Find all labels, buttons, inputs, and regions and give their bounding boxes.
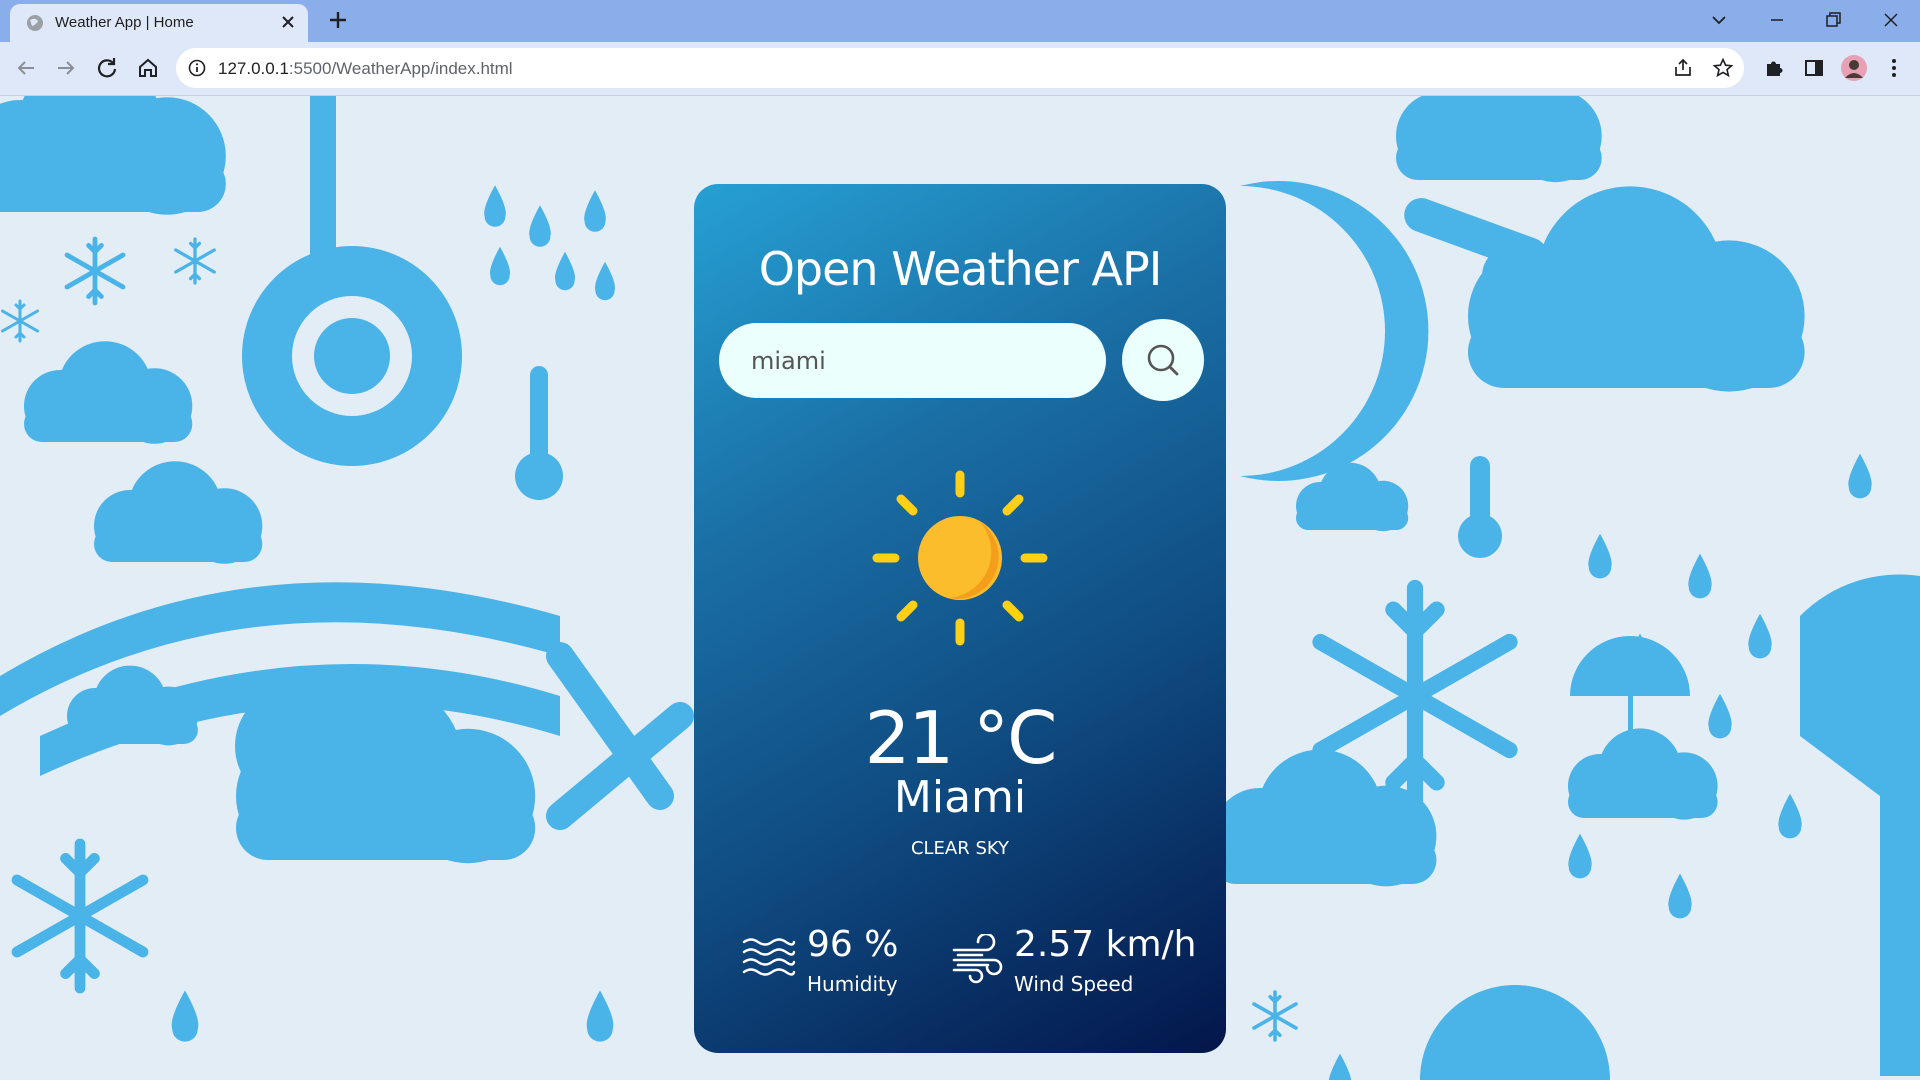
extensions-icon[interactable]: [1760, 54, 1788, 82]
wind-speed-label: Wind Speed: [1014, 972, 1134, 996]
search-button[interactable]: [1122, 319, 1204, 401]
sun-icon: [872, 470, 1048, 646]
browser-toolbar: 127.0.0.1:5500/WeatherApp/index.html: [0, 42, 1920, 96]
address-bar[interactable]: 127.0.0.1:5500/WeatherApp/index.html: [176, 48, 1744, 88]
globe-icon: [27, 15, 43, 31]
restore-icon[interactable]: [1818, 6, 1848, 34]
humidity-value: 96 %: [807, 924, 899, 965]
new-tab-icon[interactable]: [326, 8, 350, 32]
bookmark-star-icon[interactable]: [1712, 57, 1734, 79]
page-viewport: Open Weather API miami 21 °C Miami CLEAR…: [0, 96, 1920, 1080]
tab-search-icon[interactable]: [1704, 6, 1734, 34]
weather-card: Open Weather API miami 21 °C Miami CLEAR…: [694, 184, 1226, 1053]
wind-icon: [952, 934, 1003, 984]
weather-description: CLEAR SKY: [910, 838, 1010, 859]
wind-speed-value: 2.57 km/h: [1014, 924, 1197, 965]
home-icon[interactable]: [134, 54, 162, 82]
close-tab-icon[interactable]: [278, 12, 298, 32]
reload-icon[interactable]: [93, 54, 121, 82]
minimize-icon[interactable]: [1762, 6, 1792, 34]
profile-avatar[interactable]: [1840, 54, 1868, 82]
temperature: 21 °C: [864, 696, 1058, 780]
back-icon[interactable]: [12, 54, 40, 82]
search-icon: [1147, 344, 1179, 376]
menu-kebab-icon[interactable]: [1880, 54, 1908, 82]
forward-icon[interactable]: [52, 54, 80, 82]
side-panel-icon[interactable]: [1800, 54, 1828, 82]
url-host: 127.0.0.1: [218, 59, 289, 78]
tab-title: Weather App | Home: [55, 14, 194, 31]
humidity-label: Humidity: [807, 972, 898, 996]
url-text: 127.0.0.1:5500/WeatherApp/index.html: [218, 59, 513, 79]
site-info-icon[interactable]: [188, 59, 206, 77]
city-search-input[interactable]: [719, 323, 1106, 398]
url-path: :5500/WeatherApp/index.html: [288, 59, 513, 78]
city-name: Miami: [893, 772, 1027, 823]
humidity-waves-icon: [742, 938, 796, 976]
browser-tab[interactable]: Weather App | Home: [10, 4, 308, 42]
share-icon[interactable]: [1672, 57, 1694, 79]
app-title: Open Weather API: [758, 242, 1163, 296]
close-window-icon[interactable]: [1876, 6, 1906, 34]
browser-tab-strip: Weather App | Home: [0, 0, 1920, 42]
